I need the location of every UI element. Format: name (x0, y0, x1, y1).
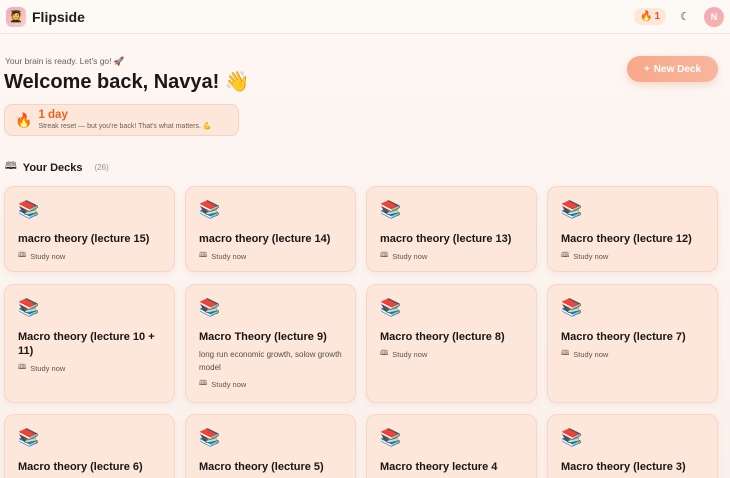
study-now-link[interactable]: 🕮 Study now (380, 251, 523, 262)
books-icon: 📚 (561, 298, 583, 317)
deck-card[interactable]: 📚 macro theory (lecture 14) 🕮 Study now (185, 186, 356, 272)
study-now-label: Study now (392, 252, 428, 261)
books-icon: 📚 (561, 428, 583, 447)
deck-card[interactable]: 📚 Macro theory (lecture 12) 🕮 Study now (547, 186, 718, 272)
plus-icon: + (643, 63, 650, 75)
books-icon: 📚 (199, 428, 221, 447)
deck-card[interactable]: 📚 Macro theory (lecture 5) (185, 414, 356, 478)
book-open-icon: 🕮 (380, 252, 389, 259)
books-icon: 📚 (18, 428, 40, 447)
books-icon: 📚 (199, 298, 221, 317)
book-open-icon: 🕮 (561, 252, 570, 259)
study-now-label: Study now (211, 380, 247, 389)
study-now-link[interactable]: 🕮 Study now (561, 349, 704, 360)
book-open-icon: 🕮 (5, 161, 17, 172)
streak-chip[interactable]: 🔥 1 (633, 8, 666, 25)
books-icon: 📚 (380, 200, 402, 219)
deck-title: Macro theory (lecture 8) (380, 331, 505, 343)
books-icon: 📚 (18, 200, 40, 219)
deck-title: Macro theory lecture 4 (380, 461, 498, 473)
header-actions: 🔥 1 ☾ N (633, 6, 724, 27)
books-icon: 📚 (18, 298, 40, 317)
book-open-icon: 🕮 (199, 380, 208, 387)
deck-card[interactable]: 📚 Macro theory (lecture 10 + 11) 🕮 Study no… (4, 284, 175, 403)
deck-title: Macro theory (lecture 3) (561, 461, 686, 473)
deck-title: macro theory (lecture 13) (380, 233, 512, 245)
study-now-label: Study now (573, 252, 609, 261)
deck-card[interactable]: 📚 macro theory (lecture 15) 🕮 Study now (4, 186, 175, 272)
study-now-label: Study now (573, 350, 609, 359)
books-icon: 📚 (380, 428, 402, 447)
theme-toggle-button[interactable]: ☾ (676, 8, 694, 26)
fire-icon: 🔥 (639, 11, 653, 22)
deck-title: Macro theory (lecture 7) (561, 331, 686, 343)
streak-days: 1 day (38, 109, 68, 121)
deck-card[interactable]: 📚 Macro theory (lecture 8) 🕮 Study now (366, 284, 537, 403)
deck-card[interactable]: 📚 Macro theory (lecture 3) (547, 414, 718, 478)
deck-card[interactable]: 📚 Macro theory (lecture 6) (4, 414, 175, 478)
deck-card[interactable]: 📚 macro theory (lecture 13) 🕮 Study now (366, 186, 537, 272)
new-deck-label: New Deck (653, 63, 702, 75)
study-now-link[interactable]: 🕮 Study now (561, 251, 704, 262)
fire-icon: 🔥 (15, 111, 33, 128)
book-open-icon: 🕮 (18, 252, 27, 259)
study-now-label: Study now (211, 252, 247, 261)
your-decks-label: Your Decks (22, 161, 83, 174)
your-decks-header: 🕮 Your Decks (26) (5, 159, 109, 176)
books-icon: 📚 (561, 200, 583, 219)
books-icon: 📚 (380, 298, 402, 317)
deck-card[interactable]: 📚 Macro theory (lecture 7) 🕮 Study now (547, 284, 718, 403)
deck-card[interactable]: 📚 Macro theory lecture 4 (366, 414, 537, 478)
deck-title: Macro theory (lecture 12) (561, 233, 692, 245)
logo-icon[interactable]: 🧑‍🎓 (6, 6, 26, 27)
welcome-heading: Welcome back, Navya! 👋 (4, 71, 250, 93)
book-open-icon: 🕮 (380, 350, 389, 357)
study-now-label: Study now (30, 364, 66, 373)
deck-title: Macro theory (lecture 6) (18, 461, 143, 473)
deck-title: Macro theory (lecture 10 + 11) (18, 331, 155, 357)
book-open-icon: 🕮 (199, 252, 208, 259)
streak-chip-count: 1 (654, 11, 660, 22)
book-open-icon: 🕮 (561, 350, 570, 357)
avatar[interactable]: N (704, 6, 724, 27)
deck-count: (26) (94, 163, 109, 172)
study-now-link[interactable]: 🕮 Study now (380, 349, 523, 360)
study-now-link[interactable]: 🕮 Study now (18, 363, 161, 374)
study-now-link[interactable]: 🕮 Study now (199, 379, 342, 390)
deck-title: macro theory (lecture 14) (199, 233, 331, 245)
study-now-label: Study now (392, 350, 428, 359)
deck-card[interactable]: 📚 Macro Theory (lecture 9) long run econom… (185, 284, 356, 403)
study-now-link[interactable]: 🕮 Study now (199, 251, 342, 262)
study-now-link[interactable]: 🕮 Study now (18, 251, 161, 262)
books-icon: 📚 (199, 200, 221, 219)
brand-name[interactable]: Flipside (32, 9, 85, 25)
deck-description: long run economic growth, solow growth m… (199, 350, 342, 372)
tagline: Your brain is ready. Let's go! 🚀 (5, 56, 125, 66)
study-now-label: Study now (30, 252, 66, 261)
deck-title: Macro Theory (lecture 9) (199, 331, 327, 343)
new-deck-button[interactable]: + New Deck (627, 56, 718, 82)
moon-icon: ☾ (680, 11, 690, 23)
streak-card: 🔥 1 day Streak reset — but you're back! … (4, 104, 239, 136)
book-open-icon: 🕮 (18, 364, 27, 371)
deck-title: Macro theory (lecture 5) (199, 461, 324, 473)
deck-title: macro theory (lecture 15) (18, 233, 150, 245)
top-bar: 🧑‍🎓 Flipside 🔥 1 ☾ N (0, 0, 730, 34)
streak-message: Streak reset — but you're back! That's w… (38, 123, 212, 130)
